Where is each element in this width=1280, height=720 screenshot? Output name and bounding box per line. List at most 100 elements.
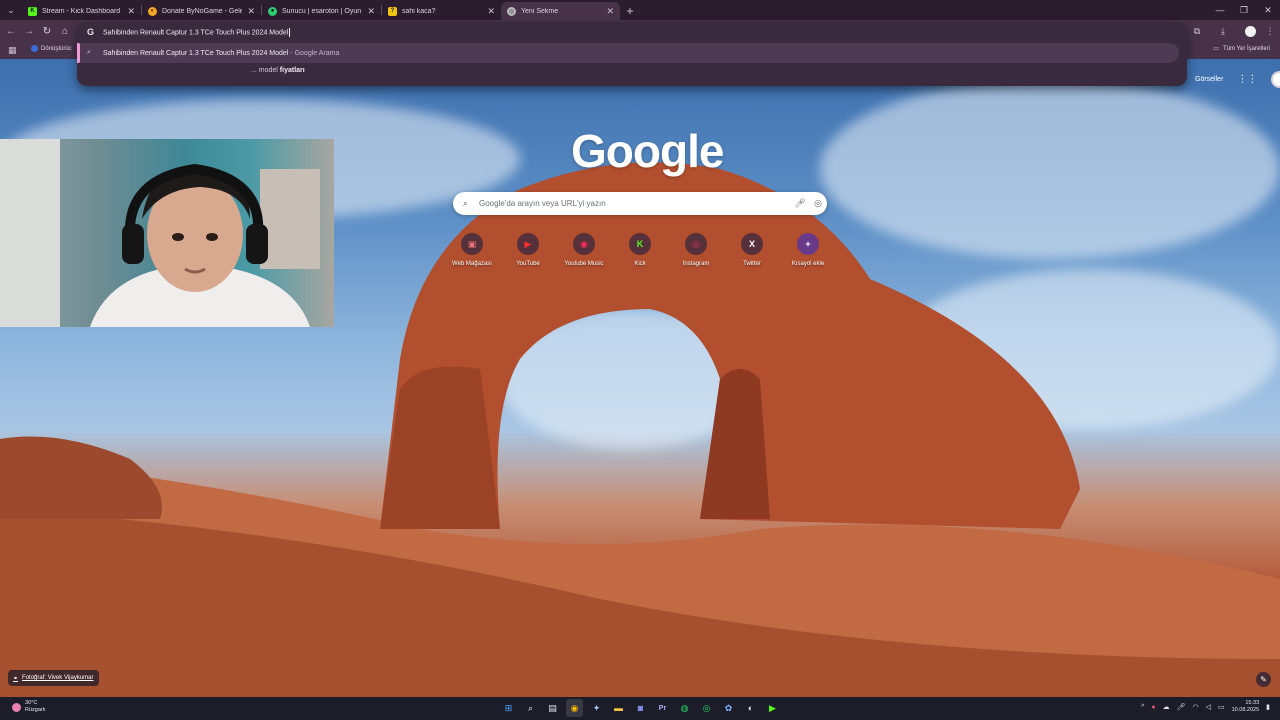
address-bar[interactable]: G Sahibinden Renault Captur 1.3 TCe Touc…	[77, 22, 1187, 42]
folder-icon: ▭	[1213, 46, 1219, 52]
tray-app-icon[interactable]: ●	[1151, 704, 1155, 711]
close-icon[interactable]: ✕	[606, 6, 614, 17]
profile-avatar[interactable]	[1245, 26, 1256, 37]
tab-search-icon[interactable]: ⌄	[0, 0, 22, 20]
close-icon[interactable]: ✕	[127, 6, 135, 17]
address-query: Sahibinden Renault Captur 1.3 TCe Touch …	[103, 28, 289, 36]
volume-icon[interactable]: ◁	[1206, 703, 1211, 711]
chevron-up-icon[interactable]: ^	[1141, 704, 1144, 711]
cloud-icon[interactable]: ☁	[1163, 703, 1170, 711]
shortcut-tile[interactable]: K Kick	[612, 233, 668, 267]
minimize-icon[interactable]: —	[1208, 0, 1232, 20]
maximize-icon[interactable]: ❐	[1232, 0, 1256, 20]
taskbar-apps: ⊞ ⌕ ▤ ◉ ✦ ▬ ◙ Pr ◍ ◎ ✿ ◐ ▶	[500, 699, 781, 717]
customize-icon[interactable]: ✎	[1256, 672, 1271, 687]
webcam-overlay	[0, 139, 334, 327]
obs-icon[interactable]: ◐	[742, 699, 759, 717]
clock[interactable]: 15:33 10.08.2025	[1232, 700, 1260, 714]
microphone-icon[interactable]: 🎤︎	[791, 198, 809, 209]
start-icon[interactable]: ⊞	[500, 699, 517, 717]
photo-credit-link[interactable]: ⚭ Fotoğraf: Vivek Vijaykumar	[8, 670, 99, 686]
suggestion-item-2[interactable]: ... model fiyatları	[251, 67, 305, 74]
battery-icon[interactable]: ▭	[1218, 703, 1225, 711]
spotify-icon[interactable]: ◎	[698, 699, 715, 717]
address-input[interactable]: Sahibinden Renault Captur 1.3 TCe Touch …	[103, 27, 291, 37]
premiere-icon[interactable]: Pr	[654, 699, 671, 717]
back-icon[interactable]: ←	[3, 23, 19, 39]
tab-title: Sunucu | esaroton | Oyun sunu	[282, 7, 362, 15]
close-icon[interactable]: ✕	[247, 6, 255, 17]
shortcut-tile[interactable]: ◉ Youtube Music	[556, 233, 612, 267]
tab-bynogame[interactable]: ◐ Donate ByNoGame - Gelen/Gi ✕	[142, 2, 261, 20]
server-icon: ●	[268, 6, 277, 16]
notification-icon[interactable]: ▮	[1266, 703, 1270, 711]
youtube-music-icon: ◉	[573, 233, 595, 255]
system-tray: ^ ● ☁ 🎤︎ ◠ ◁ ▭ 15:33 10.08.2025 ▮	[1141, 700, 1270, 714]
reload-icon[interactable]: ↻	[39, 23, 55, 39]
instagram-icon: ◎	[685, 233, 707, 255]
selection-indicator	[77, 43, 80, 63]
apps-grid-icon[interactable]: ▦	[8, 45, 17, 56]
search-input[interactable]: Google'da arayın veya URL'yi yazın	[479, 199, 791, 208]
whatsapp-icon[interactable]: ◍	[676, 699, 693, 717]
tab-title: Stream - Kick Dashboard	[42, 7, 121, 15]
weather-icon	[12, 702, 21, 712]
webcam-person	[0, 139, 320, 327]
shortcut-tile[interactable]: X Twitter	[724, 233, 780, 267]
kick-icon: K	[28, 6, 37, 16]
home-icon[interactable]: ⌂	[57, 23, 73, 39]
steam-icon[interactable]: ✦	[588, 699, 605, 717]
search-box[interactable]: ⌕ Google'da arayın veya URL'yi yazın 🎤︎ …	[453, 192, 827, 215]
plus-icon: +	[797, 233, 819, 255]
shortcut-tile[interactable]: + Kısayol ekle	[780, 233, 836, 267]
tab-sahi-kaca[interactable]: ? sahi kaca? ✕	[382, 2, 501, 20]
wifi-icon[interactable]: ◠	[1192, 703, 1198, 711]
suggestion-item[interactable]: ⌕ Sahibinden Renault Captur 1.3 TCe Touc…	[77, 43, 1179, 63]
lens-icon[interactable]: ◎	[809, 198, 827, 209]
shortcut-label: Youtube Music	[564, 261, 604, 267]
close-icon[interactable]: ✕	[367, 6, 375, 17]
bookmark-label: Dönüştürüc	[41, 45, 72, 52]
tab-strip: ⌄ K Stream - Kick Dashboard ✕ ◐ Donate B…	[0, 0, 1280, 20]
photo-credit-label: Fotoğraf: Vivek Vijaykumar	[22, 675, 94, 681]
images-link[interactable]: Görseller	[1195, 76, 1223, 83]
chrome-icon[interactable]: ◉	[566, 699, 583, 717]
google-apps-icon[interactable]: ⋮⋮	[1237, 74, 1257, 85]
tab-kick-dashboard[interactable]: K Stream - Kick Dashboard ✕	[22, 2, 141, 20]
task-view-icon[interactable]: ▤	[544, 699, 561, 717]
weather-text: 30°C Rüzgarlı	[25, 700, 46, 713]
shortcut-label: YouTube	[516, 261, 540, 267]
shortcut-tile[interactable]: ▶ YouTube	[500, 233, 556, 267]
tab-title: Yeni Sekme	[521, 7, 559, 15]
account-avatar[interactable]	[1271, 71, 1280, 88]
close-window-icon[interactable]: ✕	[1256, 0, 1280, 20]
menu-icon[interactable]: ⋮	[1262, 23, 1278, 39]
youtube-icon: ▶	[517, 233, 539, 255]
tab-sunucu[interactable]: ● Sunucu | esaroton | Oyun sunu ✕	[262, 2, 381, 20]
shortcut-tile[interactable]: ◎ Instagram	[668, 233, 724, 267]
extensions-icon[interactable]: ⧉	[1189, 23, 1205, 39]
search-icon[interactable]: ⌕	[522, 699, 539, 717]
discord-icon[interactable]: ◙	[632, 699, 649, 717]
new-tab-button[interactable]: +	[620, 2, 640, 20]
file-explorer-icon[interactable]: ▬	[610, 699, 627, 717]
shortcut-label: Kick	[634, 261, 646, 267]
all-bookmarks-button[interactable]: ▭ Tüm Yer İşaretleri	[1213, 45, 1270, 53]
microphone-icon[interactable]: 🎤︎	[1177, 703, 1186, 711]
weather-widget[interactable]: 30°C Rüzgarlı	[12, 700, 45, 714]
suggestion-text: Sahibinden Renault Captur 1.3 TCe Touch …	[103, 49, 340, 57]
omnibox-dropdown: G Sahibinden Renault Captur 1.3 TCe Touc…	[77, 22, 1187, 86]
close-icon[interactable]: ✕	[487, 6, 495, 17]
x-icon: X	[741, 233, 763, 255]
app-icon[interactable]: ✿	[720, 699, 737, 717]
search-icon: ⌕	[87, 49, 91, 56]
window-controls: — ❐ ✕	[1208, 0, 1280, 20]
forward-icon[interactable]: →	[21, 23, 37, 39]
tab-title: sahi kaca?	[402, 7, 436, 15]
shortcut-tile[interactable]: ▣ Web Mağazası	[444, 233, 500, 267]
download-icon[interactable]: ⤓	[1215, 23, 1231, 39]
kick-studio-icon[interactable]: ▶	[764, 699, 781, 717]
tab-new-tab[interactable]: ◎ Yeni Sekme ✕	[501, 2, 620, 20]
bookmark-item[interactable]: Dönüştürüc	[31, 45, 72, 52]
shortcut-label: Web Mağazası	[452, 261, 492, 267]
